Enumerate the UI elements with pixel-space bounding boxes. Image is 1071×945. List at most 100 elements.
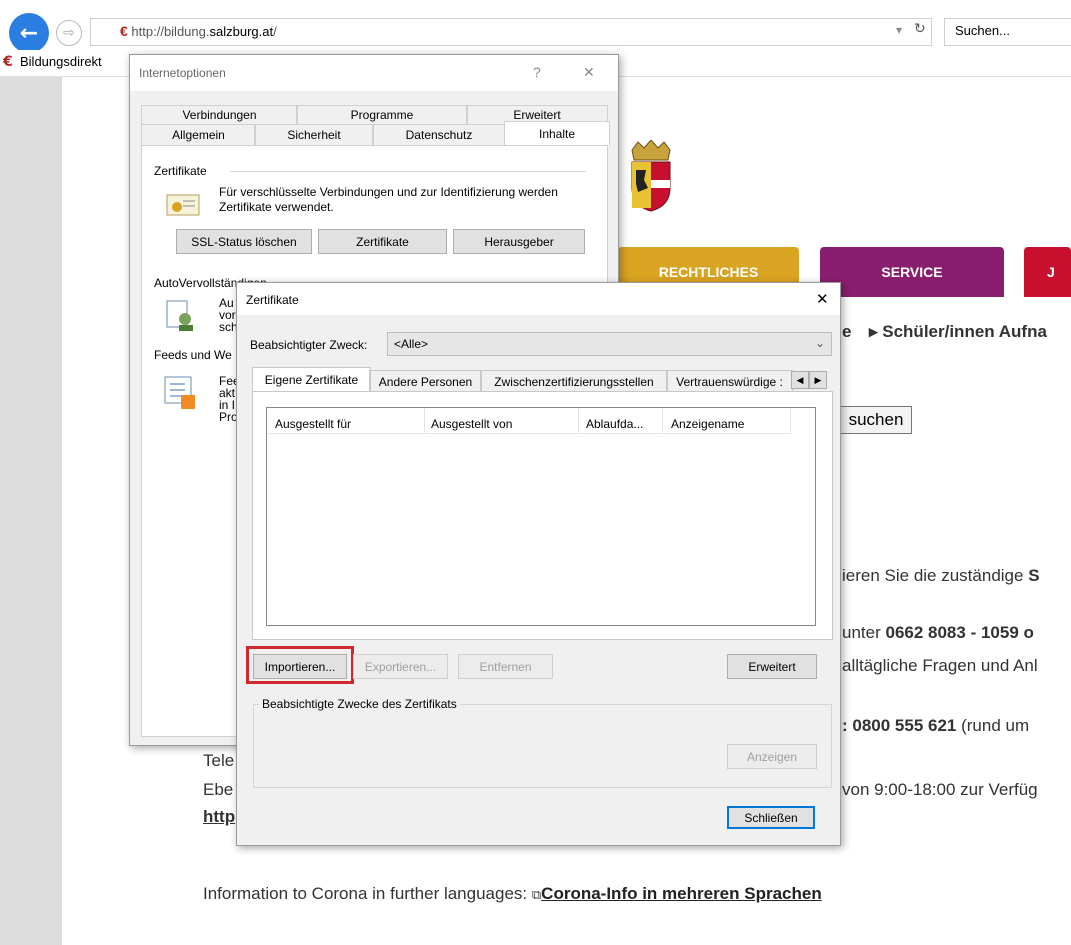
corona-info-link[interactable]: Corona-Info in mehreren Sprachen xyxy=(541,884,822,903)
certificates-title: Zertifikate xyxy=(246,293,299,307)
certificate-list[interactable]: Ausgestellt für Ausgestellt von Ablaufda… xyxy=(266,407,816,626)
publisher-button[interactable]: Herausgeber xyxy=(453,229,585,254)
url-suffix: / xyxy=(273,24,277,39)
purpose-label: Beabsichtigter Zweck: xyxy=(250,338,368,352)
group-divider xyxy=(230,171,586,172)
import-button[interactable]: Importieren... xyxy=(253,654,347,679)
certificates-titlebar xyxy=(237,283,840,315)
back-arrow-icon[interactable]: ← xyxy=(9,13,49,53)
feeds-group-label: Feeds und We xyxy=(154,348,232,362)
body-line-1: ieren Sie die zuständige S xyxy=(842,566,1040,586)
remove-button: Entfernen xyxy=(458,654,553,679)
certificates-close-icon[interactable]: ✕ xyxy=(816,290,829,308)
url-prefix: http://bildung. xyxy=(131,24,210,39)
external-link-icon: ⧉ xyxy=(531,887,542,902)
ssl-status-clear-button[interactable]: SSL-Status löschen xyxy=(176,229,312,254)
purpose-select[interactable]: <Alle> ⌄ xyxy=(387,332,832,356)
tab-scroll-left-icon[interactable]: ◀ xyxy=(791,371,809,389)
internet-options-title: Internetoptionen xyxy=(139,66,226,80)
cert-group-label: Zertifikate xyxy=(154,164,207,178)
help-button[interactable]: ? xyxy=(533,64,541,80)
advanced-button[interactable]: Erweitert xyxy=(727,654,817,679)
body-line-6-left: Ebe xyxy=(203,780,234,799)
body-line-2-text: unter xyxy=(842,623,886,642)
tab-allgemein[interactable]: Allgemein xyxy=(141,124,256,146)
refresh-icon[interactable]: ↻ xyxy=(914,21,926,37)
tab-label: Vertrauenswürdige : xyxy=(676,374,783,389)
close-dialog-button[interactable]: Schließen xyxy=(727,806,815,829)
nav-tab-label: J xyxy=(1047,264,1055,280)
purposes-group-label: Beabsichtigte Zwecke des Zertifikats xyxy=(259,697,460,711)
tab-inhalte[interactable]: Inhalte xyxy=(504,121,610,146)
corona-info-text: Information to Corona in further languag… xyxy=(203,884,532,903)
tab-eigene-zertifikate[interactable]: Eigene Zertifikate xyxy=(252,367,371,392)
nav-tab-service[interactable]: SERVICE xyxy=(820,247,1004,297)
column-divider xyxy=(578,408,579,433)
corona-info-line: Information to Corona in further languag… xyxy=(203,884,822,904)
cert-description: Für verschlüsselte Verbindungen und zur … xyxy=(219,185,558,214)
salzburg-coat-of-arms-icon xyxy=(631,140,671,212)
column-divider xyxy=(662,408,663,433)
column-divider xyxy=(424,408,425,433)
tab-label: Andere Personen xyxy=(378,374,473,389)
certificate-icon xyxy=(163,191,203,219)
body-line-4-bold: : 0800 555 621 xyxy=(842,716,957,735)
chevron-down-icon: ⌄ xyxy=(814,336,825,350)
body-line-4: : 0800 555 621 (rund um xyxy=(842,716,1029,736)
body-line-4-text: (rund um xyxy=(956,716,1030,735)
url-host: salzburg.at xyxy=(209,24,274,39)
body-line-2: unter 0662 8083 - 1059 o xyxy=(842,623,1034,643)
url-text: € http://bildung.salzburg.at/ xyxy=(120,23,277,39)
breadcrumb-end: e xyxy=(842,322,852,341)
body-line-3: alltägliche Fragen und Anl xyxy=(842,656,1038,675)
tab-scroll-right-icon[interactable]: ▶ xyxy=(809,371,827,389)
column-divider xyxy=(790,408,791,433)
nav-tab-label: RECHTLICHES xyxy=(658,264,759,280)
export-button: Exportieren... xyxy=(353,654,448,679)
certificates-dialog: Zertifikate ✕ Beabsichtigter Zweck: <All… xyxy=(236,282,841,846)
tab-datenschutz[interactable]: Datenschutz xyxy=(372,124,506,146)
autocomplete-line: sch xyxy=(219,320,238,334)
tab-andere-personen[interactable]: Andere Personen xyxy=(369,370,482,393)
column-header-issued-to[interactable]: Ausgestellt für xyxy=(275,417,351,431)
tab-label: Programme xyxy=(350,108,414,122)
tab-label: Zwischenzertifizierungsstellen xyxy=(494,374,654,389)
column-header-expiry[interactable]: Ablaufda... xyxy=(586,417,643,431)
tab-sicherheit[interactable]: Sicherheit xyxy=(254,124,374,146)
body-line-1-bold: S xyxy=(1028,566,1040,585)
purpose-value: <Alle> xyxy=(394,337,429,351)
body-line-6-right: von 9:00-18:00 zur Verfüg xyxy=(842,780,1038,799)
body-link-partial[interactable]: http xyxy=(203,807,235,827)
column-header-display-name[interactable]: Anzeigename xyxy=(671,417,744,431)
nav-tab-partial[interactable]: J xyxy=(1024,247,1071,297)
autocomplete-icon xyxy=(163,299,199,333)
tab-label: Inhalte xyxy=(538,127,576,141)
tab-programme[interactable]: Programme xyxy=(296,105,468,124)
body-line-2-bold: 0662 8083 - 1059 o xyxy=(885,623,1034,642)
browser-tab-title[interactable]: Bildungsdirekt xyxy=(20,54,102,69)
close-button[interactable]: ✕ xyxy=(583,64,595,81)
column-header-issued-by[interactable]: Ausgestellt von xyxy=(431,417,512,431)
breadcrumb-item[interactable]: ▸ Schüler/innen Aufna xyxy=(869,322,1047,342)
dropdown-arrow-icon[interactable]: ▾ xyxy=(896,23,902,37)
body-line-1-text: ieren Sie die zuständige xyxy=(842,566,1029,585)
tab-label: Allgemein xyxy=(172,128,225,142)
nav-tab-label: SERVICE xyxy=(881,264,943,280)
tab-label: Datenschutz xyxy=(405,128,473,142)
page-search-button[interactable]: suchen xyxy=(840,406,912,434)
view-button: Anzeigen xyxy=(727,744,817,769)
tab-zwischenzertifizierungsstellen[interactable]: Zwischenzertifizierungsstellen xyxy=(480,370,668,393)
tab-vertrauenswuerdige[interactable]: Vertrauenswürdige : xyxy=(666,370,793,393)
feeds-icon xyxy=(163,375,199,411)
left-margin-strip xyxy=(0,77,62,945)
tab-label: Erweitert xyxy=(513,108,561,122)
certificates-button[interactable]: Zertifikate xyxy=(318,229,447,254)
tab-label: Verbindungen xyxy=(182,108,257,122)
body-line-5-left: Tele xyxy=(203,751,235,770)
forward-arrow-icon[interactable]: ⇨ xyxy=(56,20,82,46)
tab-label: Sicherheit xyxy=(287,128,341,142)
search-placeholder: Suchen... xyxy=(955,23,1010,38)
tab-label: Eigene Zertifikate xyxy=(264,373,359,387)
tab-favicon-icon: € xyxy=(3,54,13,70)
tab-verbindungen[interactable]: Verbindungen xyxy=(141,105,298,124)
